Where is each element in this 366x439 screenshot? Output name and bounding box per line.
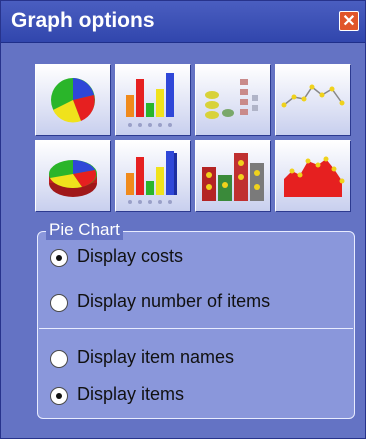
radio-label: Display item names [77,347,235,367]
area-chart-icon [284,156,345,197]
close-button[interactable]: ✕ [339,11,359,31]
divider [39,328,353,329]
bar-chart-3d-icon [126,151,177,204]
pictogram-chart-2d-icon [205,79,258,119]
close-icon: ✕ [342,13,356,30]
pictogram-chart-3d-button[interactable] [195,140,271,212]
pie-chart-3d-button[interactable] [35,140,111,212]
line-chart-icon [281,84,345,108]
bar-chart-2d-button[interactable] [115,64,191,136]
title-bar[interactable]: Graph options ✕ [1,1,365,43]
area-chart-button[interactable] [275,140,351,212]
radio-indicator[interactable] [50,294,68,312]
chart-type-grid [35,64,355,214]
group-label: Pie Chart [46,220,123,240]
pictogram-chart-2d-button[interactable] [195,64,271,136]
line-chart-button[interactable] [275,64,351,136]
bar-chart-3d-button[interactable] [115,140,191,212]
graph-options-window: Graph options ✕ Pie Chart Display costs … [0,0,366,439]
radio-label: Display number of items [77,291,271,311]
pie-chart-options-group: Pie Chart Display costs Display number o… [37,220,355,419]
pie-chart-3d-icon [49,160,97,197]
radio-indicator[interactable] [50,249,68,267]
pie-chart-2d-icon [51,78,95,123]
pictogram-chart-3d-icon [202,153,264,201]
radio-indicator[interactable] [50,387,68,405]
radio-indicator[interactable] [50,350,68,368]
radio-label: Display costs [77,246,184,266]
pie-chart-2d-button[interactable] [35,64,111,136]
bar-chart-2d-icon [126,73,174,127]
window-title: Graph options [11,9,155,32]
radio-label: Display items [77,384,185,404]
